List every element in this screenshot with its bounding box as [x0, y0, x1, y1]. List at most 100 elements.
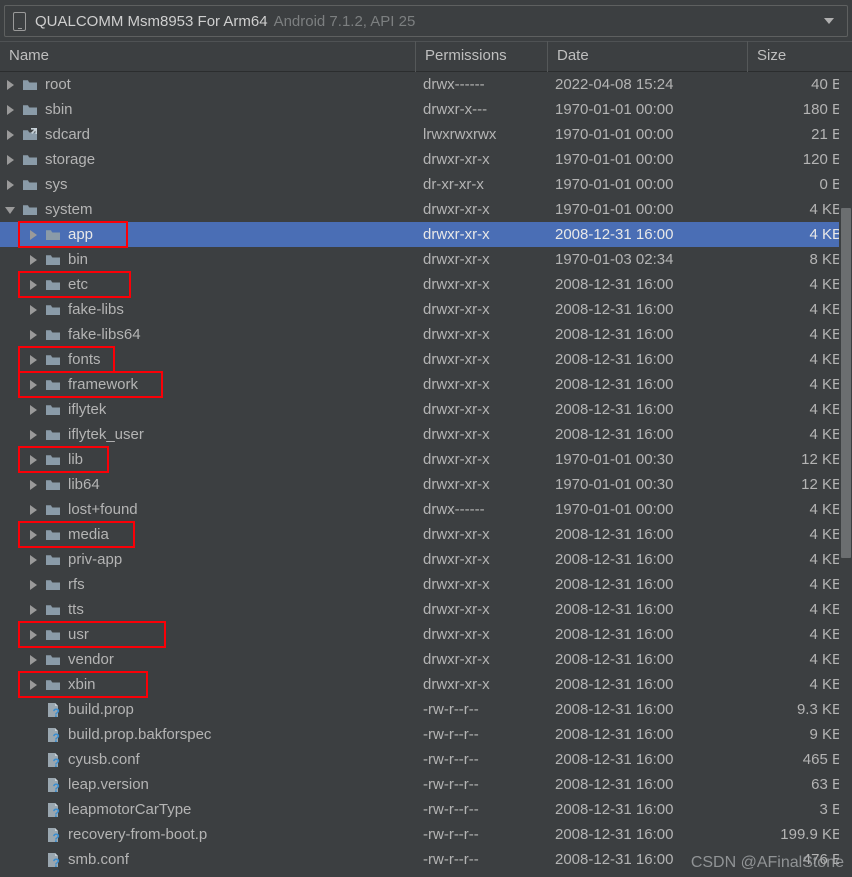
chevron-right-icon[interactable]	[29, 455, 38, 465]
table-row[interactable]: vendor drwxr-xr-x 2008-12-31 16:00 4 KB	[0, 647, 852, 672]
row-name-cell[interactable]: fake-libs	[0, 301, 415, 318]
table-row[interactable]: system drwxr-xr-x 1970-01-01 00:00 4 KB	[0, 197, 852, 222]
table-row[interactable]: iflytek_user drwxr-xr-x 2008-12-31 16:00 4 …	[0, 422, 852, 447]
row-name-cell[interactable]: sdcard	[0, 126, 415, 143]
table-row[interactable]: etc drwxr-xr-x 2008-12-31 16:00 4 KB	[0, 272, 852, 297]
table-row[interactable]: ? leapmotorCarType -rw-r--r-- 2008-12-31 16…	[0, 797, 852, 822]
column-header-size[interactable]: Size	[747, 41, 852, 72]
chevron-right-icon[interactable]	[29, 330, 38, 340]
vertical-scrollbar[interactable]	[839, 78, 852, 877]
row-name-cell[interactable]: sbin	[0, 101, 415, 118]
chevron-right-icon[interactable]	[29, 280, 38, 290]
table-row[interactable]: sbin drwxr-x--- 1970-01-01 00:00 180 B	[0, 97, 852, 122]
row-name-cell[interactable]: ? recovery-from-boot.p	[0, 826, 415, 843]
scrollbar-thumb[interactable]	[841, 208, 851, 558]
column-header-name[interactable]: Name	[0, 41, 415, 72]
chevron-right-icon[interactable]	[29, 555, 38, 565]
row-name-cell[interactable]: ? leap.version	[0, 776, 415, 793]
table-row[interactable]: ? leap.version -rw-r--r-- 2008-12-31 16:00 6…	[0, 772, 852, 797]
table-row[interactable]: xbin drwxr-xr-x 2008-12-31 16:00 4 KB	[0, 672, 852, 697]
row-name-cell[interactable]: sys	[0, 176, 415, 193]
chevron-right-icon[interactable]	[29, 605, 38, 615]
table-row[interactable]: media drwxr-xr-x 2008-12-31 16:00 4 KB	[0, 522, 852, 547]
chevron-right-icon[interactable]	[6, 180, 15, 190]
row-name-cell[interactable]: ? cyusb.conf	[0, 751, 415, 768]
row-name-cell[interactable]: bin	[0, 251, 415, 268]
table-row[interactable]: fake-libs64 drwxr-xr-x 2008-12-31 16:00 4 K…	[0, 322, 852, 347]
row-name-cell[interactable]: lib	[0, 451, 415, 468]
file-tree[interactable]: root drwx------ 2022-04-08 15:24 40 B sbin dr…	[0, 72, 852, 877]
row-name-cell[interactable]: etc	[0, 276, 415, 293]
table-row[interactable]: rfs drwxr-xr-x 2008-12-31 16:00 4 KB	[0, 572, 852, 597]
chevron-right-icon[interactable]	[29, 305, 38, 315]
table-row[interactable]: bin drwxr-xr-x 1970-01-03 02:34 8 KB	[0, 247, 852, 272]
chevron-right-icon[interactable]	[29, 680, 38, 690]
chevron-down-icon[interactable]	[824, 18, 834, 24]
chevron-right-icon[interactable]	[29, 230, 38, 240]
row-name-cell[interactable]: iflytek_user	[0, 426, 415, 443]
row-name-cell[interactable]: framework	[0, 376, 415, 393]
row-name-cell[interactable]: root	[0, 76, 415, 93]
row-name-cell[interactable]: lib64	[0, 476, 415, 493]
table-row[interactable]: ? build.prop -rw-r--r-- 2008-12-31 16:00 9.3…	[0, 697, 852, 722]
row-name-cell[interactable]: xbin	[0, 676, 415, 693]
chevron-right-icon[interactable]	[29, 355, 38, 365]
chevron-down-icon[interactable]	[5, 205, 15, 214]
chevron-right-icon[interactable]	[29, 255, 38, 265]
chevron-right-icon[interactable]	[29, 405, 38, 415]
table-row[interactable]: root drwx------ 2022-04-08 15:24 40 B	[0, 72, 852, 97]
row-name-cell[interactable]: iflytek	[0, 401, 415, 418]
row-name-cell[interactable]: storage	[0, 151, 415, 168]
table-row[interactable]: ? cyusb.conf -rw-r--r-- 2008-12-31 16:00 465…	[0, 747, 852, 772]
chevron-right-icon[interactable]	[29, 580, 38, 590]
row-name-cell[interactable]: usr	[0, 626, 415, 643]
row-name-cell[interactable]: rfs	[0, 576, 415, 593]
table-row[interactable]: priv-app drwxr-xr-x 2008-12-31 16:00 4 KB	[0, 547, 852, 572]
column-header-permissions[interactable]: Permissions	[415, 41, 547, 72]
column-header-date[interactable]: Date	[547, 41, 747, 72]
table-row[interactable]: fonts drwxr-xr-x 2008-12-31 16:00 4 KB	[0, 347, 852, 372]
table-row[interactable]: ? build.prop.bakforspec -rw-r--r-- 2008-12-…	[0, 722, 852, 747]
table-row[interactable]: lib64 drwxr-xr-x 1970-01-01 00:30 12 KB	[0, 472, 852, 497]
table-row[interactable]: storage drwxr-xr-x 1970-01-01 00:00 120 B	[0, 147, 852, 172]
table-row[interactable]: ? smb.conf -rw-r--r-- 2008-12-31 16:00 476 B	[0, 847, 852, 872]
table-row[interactable]: sdcard lrwxrwxrwx 1970-01-01 00:00 21 B	[0, 122, 852, 147]
chevron-right-icon[interactable]	[29, 505, 38, 515]
row-name-cell[interactable]: app	[0, 226, 415, 243]
table-row[interactable]: iflytek drwxr-xr-x 2008-12-31 16:00 4 KB	[0, 397, 852, 422]
table-row[interactable]: app drwxr-xr-x 2008-12-31 16:00 4 KB	[0, 222, 852, 247]
chevron-right-icon[interactable]	[6, 105, 15, 115]
row-size-label: 63 B	[811, 776, 842, 793]
row-name-cell[interactable]: lost+found	[0, 501, 415, 518]
row-permissions-label: drwxr-xr-x	[423, 651, 490, 668]
row-name-cell[interactable]: vendor	[0, 651, 415, 668]
row-name-cell[interactable]: fonts	[0, 351, 415, 368]
table-row[interactable]: usr drwxr-xr-x 2008-12-31 16:00 4 KB	[0, 622, 852, 647]
chevron-right-icon[interactable]	[6, 80, 15, 90]
chevron-right-icon[interactable]	[29, 430, 38, 440]
chevron-right-icon[interactable]	[29, 630, 38, 640]
table-row[interactable]: lost+found drwx------ 1970-01-01 00:00 4 KB	[0, 497, 852, 522]
table-row[interactable]: ? recovery-from-boot.p -rw-r--r-- 2008-12-3…	[0, 822, 852, 847]
chevron-right-icon[interactable]	[6, 130, 15, 140]
row-name-cell[interactable]: system	[0, 201, 415, 218]
table-row[interactable]: lib drwxr-xr-x 1970-01-01 00:30 12 KB	[0, 447, 852, 472]
row-name-cell[interactable]: priv-app	[0, 551, 415, 568]
chevron-right-icon[interactable]	[29, 530, 38, 540]
row-name-cell[interactable]: ? build.prop.bakforspec	[0, 726, 415, 743]
row-name-cell[interactable]: media	[0, 526, 415, 543]
row-name-cell[interactable]: tts	[0, 601, 415, 618]
chevron-right-icon[interactable]	[29, 380, 38, 390]
table-row[interactable]: sys dr-xr-xr-x 1970-01-01 00:00 0 B	[0, 172, 852, 197]
row-name-cell[interactable]: ? leapmotorCarType	[0, 801, 415, 818]
table-row[interactable]: tts drwxr-xr-x 2008-12-31 16:00 4 KB	[0, 597, 852, 622]
row-name-cell[interactable]: fake-libs64	[0, 326, 415, 343]
device-dropdown[interactable]: QUALCOMM Msm8953 For Arm64 Android 7.1.2…	[4, 5, 848, 37]
table-row[interactable]: fake-libs drwxr-xr-x 2008-12-31 16:00 4 KB	[0, 297, 852, 322]
table-row[interactable]: framework drwxr-xr-x 2008-12-31 16:00 4 KB	[0, 372, 852, 397]
chevron-right-icon[interactable]	[29, 480, 38, 490]
row-name-cell[interactable]: ? smb.conf	[0, 851, 415, 868]
chevron-right-icon[interactable]	[29, 655, 38, 665]
chevron-right-icon[interactable]	[6, 155, 15, 165]
row-name-cell[interactable]: ? build.prop	[0, 701, 415, 718]
